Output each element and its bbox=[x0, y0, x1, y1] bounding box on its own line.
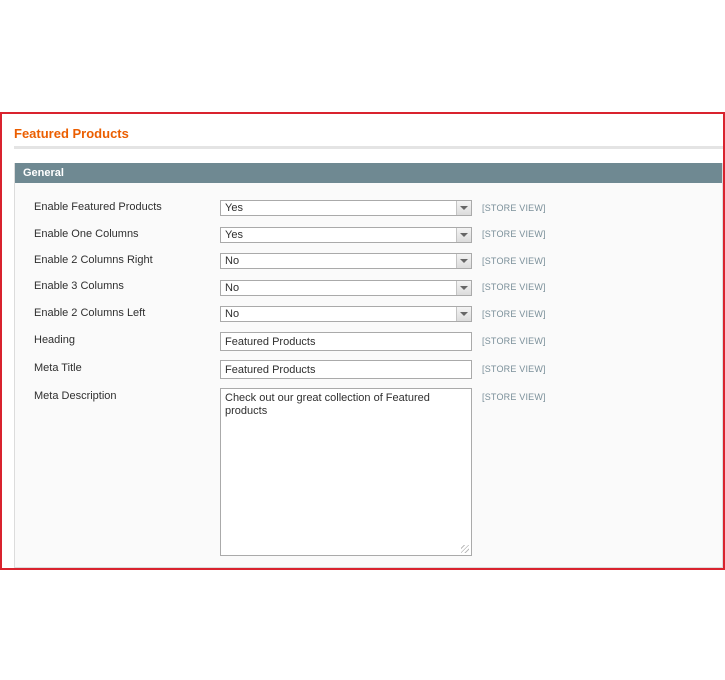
chevron-down-icon[interactable] bbox=[456, 281, 471, 295]
chevron-down-icon[interactable] bbox=[456, 201, 471, 215]
label-enable-3-columns: Enable 3 Columns bbox=[34, 280, 124, 292]
label-meta-title: Meta Title bbox=[34, 362, 82, 374]
chevron-down-icon[interactable] bbox=[456, 307, 471, 321]
scope-label: [STORE VIEW] bbox=[482, 203, 546, 213]
select-enable-2-columns-right[interactable]: No bbox=[220, 253, 472, 269]
scope-label: [STORE VIEW] bbox=[482, 392, 546, 402]
scope-label: [STORE VIEW] bbox=[482, 309, 546, 319]
scope-label: [STORE VIEW] bbox=[482, 229, 546, 239]
scope-label: [STORE VIEW] bbox=[482, 256, 546, 266]
label-enable-one-columns: Enable One Columns bbox=[34, 228, 139, 240]
label-enable-featured-products: Enable Featured Products bbox=[34, 201, 162, 213]
label-enable-2-columns-right: Enable 2 Columns Right bbox=[34, 254, 153, 266]
heading-input[interactable]: Featured Products bbox=[220, 332, 472, 351]
select-value: Yes bbox=[225, 229, 243, 241]
scope-label: [STORE VIEW] bbox=[482, 364, 546, 374]
label-enable-2-columns-left: Enable 2 Columns Left bbox=[34, 307, 146, 319]
select-value: Yes bbox=[225, 202, 243, 214]
select-enable-3-columns[interactable]: No bbox=[220, 280, 472, 296]
config-panel: Featured Products General Enable Feature… bbox=[0, 112, 725, 570]
select-value: No bbox=[225, 282, 240, 294]
resize-grip-icon[interactable] bbox=[461, 545, 469, 553]
page-title: Featured Products bbox=[14, 126, 129, 141]
general-section: General Enable Featured Products Yes [ST… bbox=[14, 163, 723, 568]
chevron-down-icon[interactable] bbox=[456, 228, 471, 242]
label-heading: Heading bbox=[34, 334, 75, 346]
scope-label: [STORE VIEW] bbox=[482, 336, 546, 346]
label-meta-description: Meta Description bbox=[34, 390, 117, 402]
chevron-down-icon[interactable] bbox=[456, 254, 471, 268]
scope-label: [STORE VIEW] bbox=[482, 282, 546, 292]
select-enable-featured-products[interactable]: Yes bbox=[220, 200, 472, 216]
select-value: No bbox=[225, 308, 240, 320]
section-header-general[interactable]: General bbox=[15, 163, 722, 183]
title-divider bbox=[14, 146, 723, 149]
select-enable-one-columns[interactable]: Yes bbox=[220, 227, 472, 243]
meta-title-input[interactable]: Featured Products bbox=[220, 360, 472, 379]
select-value: No bbox=[225, 255, 240, 267]
select-enable-2-columns-left[interactable]: No bbox=[220, 306, 472, 322]
textarea-value: Check out our great collection of Featur… bbox=[225, 392, 430, 417]
meta-description-textarea[interactable]: Check out our great collection of Featur… bbox=[220, 388, 472, 556]
